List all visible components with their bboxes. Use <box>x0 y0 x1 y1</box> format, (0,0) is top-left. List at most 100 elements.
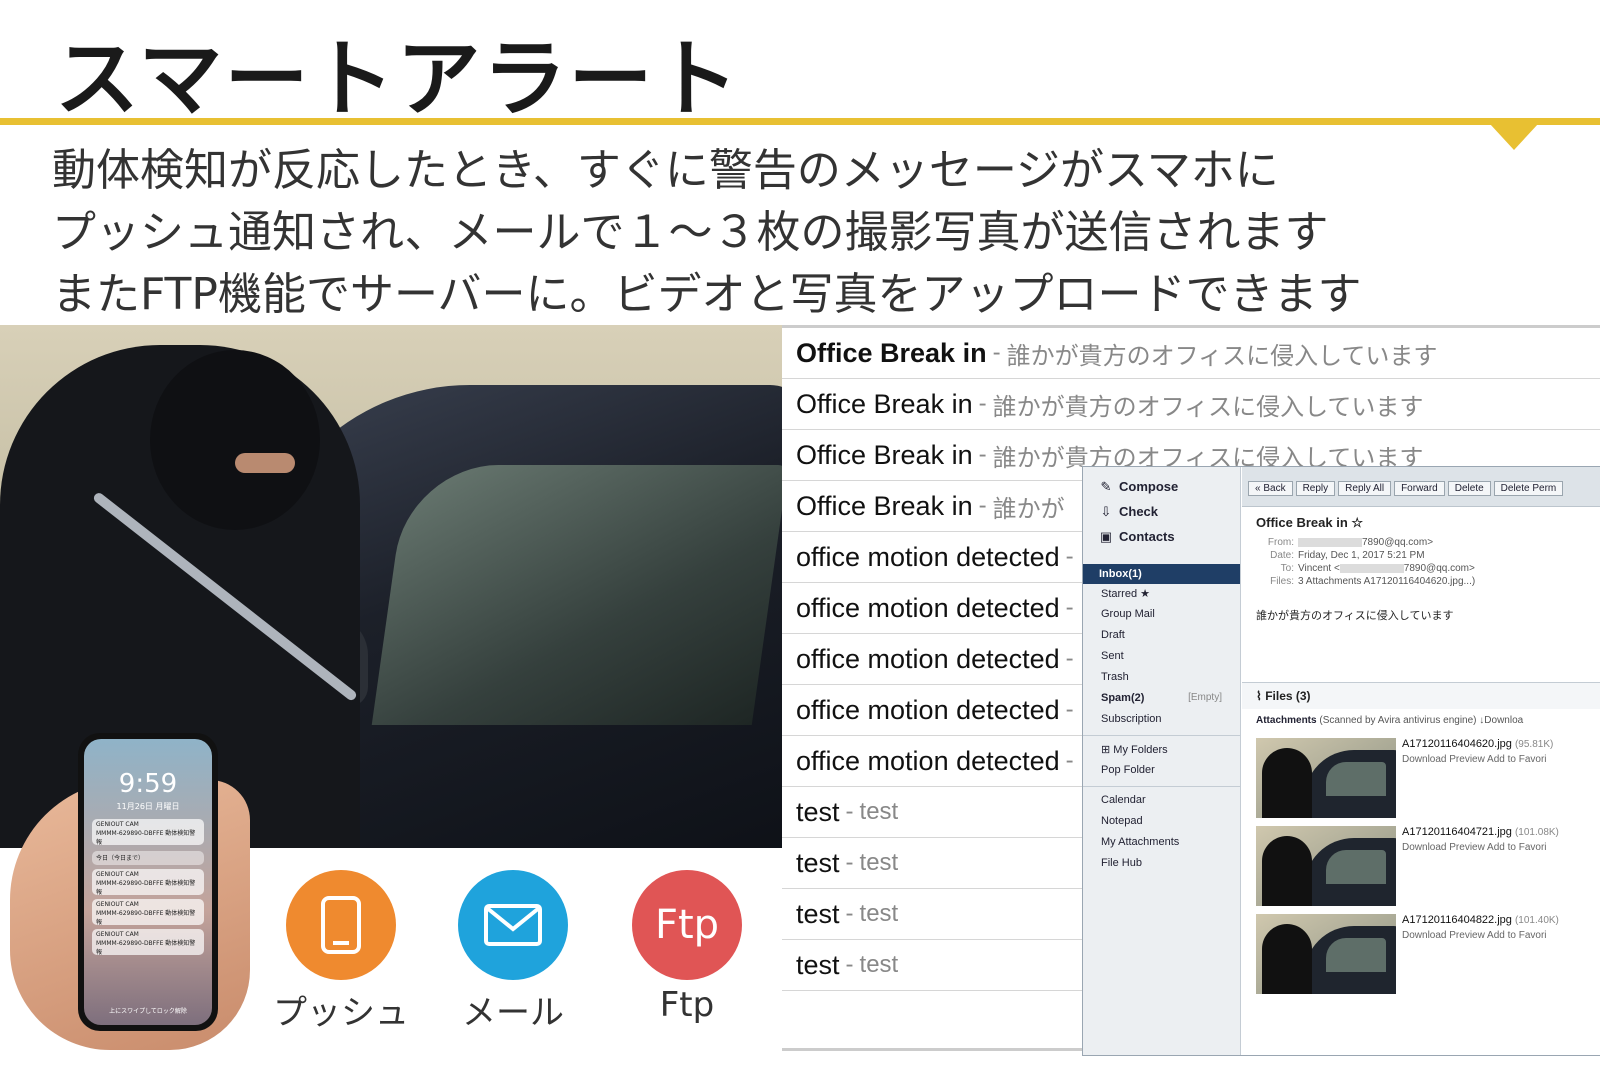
to-label: To: <box>1280 563 1294 574</box>
mail-preview: test <box>859 900 899 927</box>
sidebar-item-spam[interactable]: Spam(2) [Empty] <box>1083 689 1240 710</box>
ftp-label: Ftp <box>659 985 715 1025</box>
check-button[interactable]: ⇩ Check <box>1099 504 1240 520</box>
attachment-filename[interactable]: A17120116404822.jpg (101.40K) <box>1402 914 1559 926</box>
from-address: 7890@qq.com> <box>1362 537 1434 548</box>
files-header-label: Files (3) <box>1265 689 1311 703</box>
car-window <box>371 465 782 725</box>
sidebar-item-group-mail[interactable]: Group Mail <box>1083 605 1240 626</box>
attachment-thumbnail[interactable] <box>1256 914 1396 994</box>
attachment-thumbnail[interactable] <box>1256 826 1396 906</box>
attachment-item: A17120116404822.jpg (101.40K) Download Pr… <box>1242 908 1600 996</box>
notification[interactable]: GENIOUT CAM MMMM-629890-DBFFE 動体検知警報 <box>92 869 204 896</box>
notification[interactable]: GENIOUT CAM MMMM-629890-DBFFE 動体検知警報 <box>92 819 204 846</box>
subject-separator: - <box>1065 594 1074 621</box>
delete-button[interactable]: Delete <box>1447 481 1491 496</box>
attachment-actions[interactable]: Download Preview Add to Favori <box>1402 754 1553 765</box>
sidebar-divider <box>1083 735 1240 736</box>
from-line: From: 7890@qq.com> <box>1256 537 1586 548</box>
description-line: プッシュ通知され、メールで１～３枚の撮影写真が送信されます <box>52 207 1329 258</box>
mail-list-row[interactable]: Office Break in - 誰かが貴方のオフィスに侵入しています <box>782 379 1600 430</box>
sidebar-item-starred[interactable]: Starred ★ <box>1083 584 1240 605</box>
notification-app: 今日（今日まで） <box>96 855 145 862</box>
paperclip-icon: ⌇ <box>1256 689 1266 703</box>
subject-separator: - <box>845 849 854 876</box>
sidebar-item-my-folders[interactable]: ⊞ My Folders <box>1083 740 1240 761</box>
delete-permanently-button[interactable]: Delete Perm <box>1493 481 1564 496</box>
notification-app: GENIOUT CAM <box>96 931 139 938</box>
mail-preview: 誰かが <box>992 495 1065 523</box>
mail-subject: Office Break in <box>796 490 973 521</box>
compose-label: Compose <box>1119 479 1179 494</box>
mail-subject: Office Break in <box>796 388 973 419</box>
mail-subject: test <box>796 847 840 878</box>
attachments-label: Attachments <box>1256 715 1317 726</box>
message-subject: Office Break in ☆ <box>1256 515 1364 530</box>
redacted-address <box>1339 563 1404 573</box>
empty-spam-link[interactable]: [Empty] <box>1188 692 1222 703</box>
sidebar-divider <box>1083 786 1240 787</box>
reply-button[interactable]: Reply <box>1295 481 1336 496</box>
contacts-button[interactable]: ▣ Contacts <box>1099 529 1240 545</box>
mail-subject: office motion detected <box>796 643 1060 674</box>
mail-preview: 誰かが貴方のオフィスに侵入しています <box>992 393 1424 421</box>
sidebar-item-notepad[interactable]: Notepad <box>1083 812 1240 833</box>
lock-screen: 9:59 11月26日 月曜日 GENIOUT CAM MMMM-629890-D… <box>84 739 212 1025</box>
subject-separator: - <box>1065 645 1074 672</box>
mail-subject: Office Break in <box>796 439 973 470</box>
attachment-size: (95.81K) <box>1514 739 1554 750</box>
page-title: スマートアラート <box>55 30 741 128</box>
attachment-size: (101.08K) <box>1514 827 1559 838</box>
sidebar-item-calendar[interactable]: Calendar <box>1083 791 1240 812</box>
sidebar-item-draft[interactable]: Draft <box>1083 626 1240 647</box>
thumb-window <box>1326 938 1386 972</box>
attachment-actions[interactable]: Download Preview Add to Favori <box>1402 930 1559 941</box>
mail-list-row[interactable]: Office Break in - 誰かが貴方のオフィスに侵入しています <box>782 328 1600 379</box>
sidebar-item-inbox[interactable]: Inbox(1) <box>1083 564 1240 584</box>
to-address: 7890@qq.com> <box>1403 563 1475 574</box>
notification[interactable]: GENIOUT CAM MMMM-629890-DBFFE 動体検知警報 <box>92 899 204 926</box>
attachment-info: A17120116404721.jpg (101.08K) Download Pr… <box>1402 826 1559 902</box>
my-folders-label: My Folders <box>1113 744 1168 756</box>
files-name: A17120116404620.jpg...) <box>1363 576 1476 587</box>
mail-subject: office motion detected <box>796 592 1060 623</box>
subject-separator: - <box>1065 747 1074 774</box>
mail-icon[interactable] <box>458 870 568 980</box>
notification-app: GENIOUT CAM <box>96 871 139 878</box>
sidebar-item-pop-folder[interactable]: Pop Folder <box>1083 761 1240 782</box>
underline-notch <box>1490 124 1538 150</box>
files-line: Files: 3 Attachments A17120116404620.jpg.… <box>1256 576 1586 587</box>
notification[interactable]: GENIOUT CAM MMMM-629890-DBFFE 動体検知警報 <box>92 929 204 956</box>
attachment-name: A17120116404822.jpg <box>1402 914 1512 926</box>
forward-button[interactable]: Forward <box>1394 481 1445 496</box>
files-count[interactable]: 3 Attachments <box>1298 576 1361 587</box>
message-toolbar: « Back Reply Reply All Forward Delete Delete … <box>1242 467 1600 507</box>
subject-separator: - <box>1065 543 1074 570</box>
thumb-window <box>1326 850 1386 884</box>
attachment-size: (101.40K) <box>1514 915 1559 926</box>
sidebar-item-my-attachments[interactable]: My Attachments <box>1083 833 1240 854</box>
subject-separator: - <box>978 390 987 417</box>
date-line: Date: Friday, Dec 1, 2017 5:21 PM <box>1256 550 1586 561</box>
attachment-thumbnail[interactable] <box>1256 738 1396 818</box>
sidebar-item-sent[interactable]: Sent <box>1083 647 1240 668</box>
subject-separator: - <box>992 339 1001 366</box>
message-date: Friday, Dec 1, 2017 5:21 PM <box>1298 550 1425 561</box>
sidebar-item-trash[interactable]: Trash <box>1083 668 1240 689</box>
attachment-filename[interactable]: A17120116404721.jpg (101.08K) <box>1402 826 1559 838</box>
check-label: Check <box>1119 504 1159 519</box>
push-icon[interactable] <box>286 870 396 980</box>
tablet-icon <box>321 896 361 954</box>
pencil-icon: ✎ <box>1100 479 1112 494</box>
thumb-window <box>1326 762 1386 796</box>
ftp-icon[interactable]: Ftp <box>632 870 742 980</box>
compose-button[interactable]: ✎ Compose <box>1099 479 1240 495</box>
attachment-actions[interactable]: Download Preview Add to Favori <box>1402 842 1559 853</box>
download-all-link[interactable]: ↓Downloa <box>1479 715 1523 726</box>
sidebar-item-subscription[interactable]: Subscription <box>1083 710 1240 731</box>
attachment-filename[interactable]: A17120116404620.jpg (95.81K) <box>1402 738 1553 750</box>
sidebar-item-file-hub[interactable]: File Hub <box>1083 854 1240 875</box>
contacts-icon: ▣ <box>1099 529 1113 544</box>
back-button[interactable]: « Back <box>1248 481 1293 496</box>
reply-all-button[interactable]: Reply All <box>1338 481 1392 496</box>
